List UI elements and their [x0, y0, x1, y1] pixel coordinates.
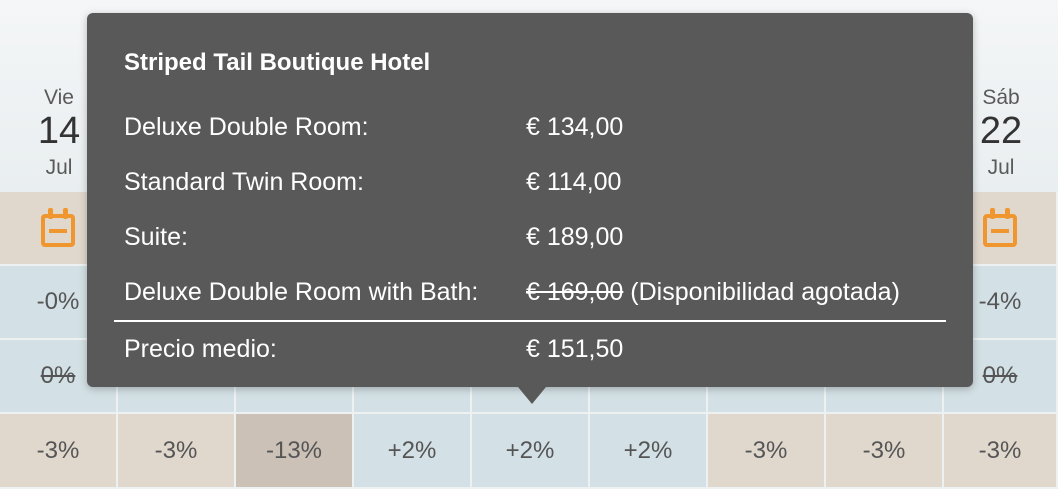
- price-diff-cell[interactable]: -3%: [826, 414, 944, 489]
- hotel-name: Striped Tail Boutique Hotel: [124, 49, 431, 76]
- tooltip-arrow: [518, 387, 546, 404]
- room-price: € 114,00: [526, 168, 622, 196]
- divider: [114, 320, 946, 322]
- availability-note: (Disponibilidad agotada): [630, 278, 900, 306]
- room-name: Deluxe Double Room:: [124, 113, 369, 141]
- room-name: Suite:: [124, 223, 188, 251]
- price-diff-cell[interactable]: -3%: [944, 414, 1058, 489]
- room-price-soldout: € 169,00 (Disponibilidad agotada): [526, 277, 900, 307]
- price-diff-cell[interactable]: -3%: [708, 414, 826, 489]
- price-diff-cell[interactable]: +2%: [472, 414, 590, 489]
- average-price: € 151,50: [526, 335, 624, 363]
- calendar-icon: [982, 208, 1018, 248]
- price-diff-cell[interactable]: +2%: [354, 414, 472, 489]
- price-diff-cell[interactable]: +2%: [590, 414, 708, 489]
- hotel-price-tooltip: Striped Tail Boutique Hotel Deluxe Doubl…: [87, 13, 973, 404]
- room-price: € 134,00: [526, 113, 624, 141]
- room-price: € 189,00: [526, 223, 624, 251]
- room-price: € 169,00: [526, 278, 624, 306]
- price-diff-cell[interactable]: -3%: [118, 414, 236, 489]
- average-label: Precio medio:: [124, 335, 277, 363]
- price-diff-cell[interactable]: -3%: [0, 414, 118, 489]
- room-name: Deluxe Double Room with Bath:: [124, 278, 479, 306]
- room-name: Standard Twin Room:: [124, 168, 364, 196]
- price-diff-cell[interactable]: -13%: [236, 414, 354, 489]
- calendar-icon: [40, 208, 76, 248]
